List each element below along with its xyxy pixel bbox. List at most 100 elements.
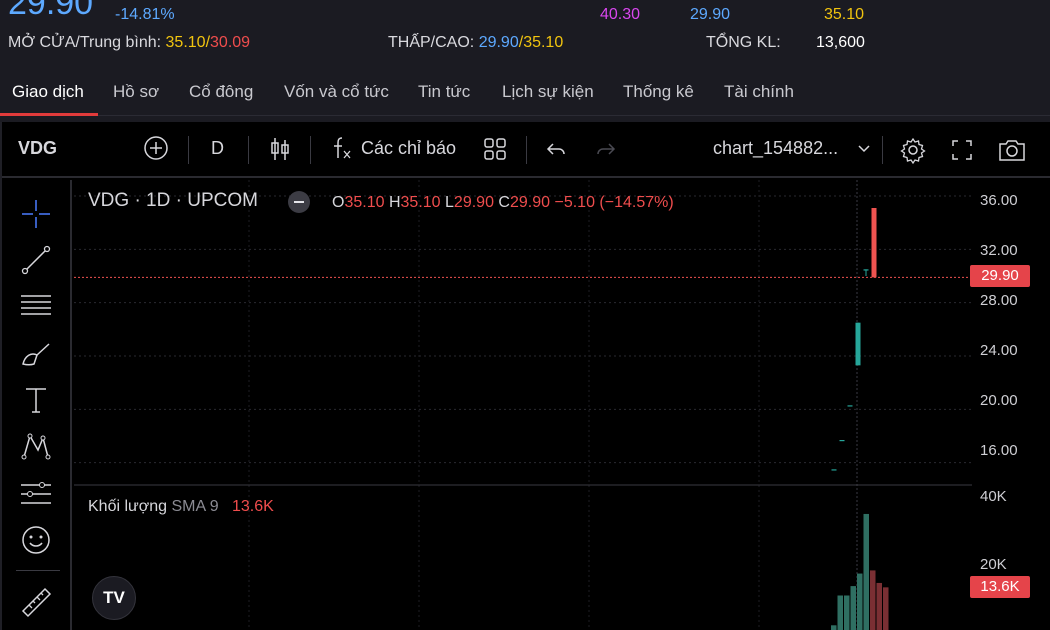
toolbar-divider <box>526 136 527 164</box>
tab-ho-so[interactable]: Hồ sơ <box>113 82 159 102</box>
price-tick: 20.00 <box>980 392 1018 409</box>
low-legend-value: 29.90 <box>453 194 494 211</box>
indicators-button[interactable]: Các chỉ báo <box>361 138 456 159</box>
volume-tick: 20K <box>980 556 1007 573</box>
layout-name-button[interactable]: chart_154882... <box>713 138 838 159</box>
volume-tick: 40K <box>980 488 1007 505</box>
volume-bar <box>837 595 843 630</box>
low-high-row: THẤP/CAO: 29.90/35.10 <box>388 34 563 52</box>
volume-tag: 13.6K <box>970 576 1030 598</box>
text-icon[interactable] <box>18 382 54 418</box>
high-legend-value: 35.10 <box>400 194 441 211</box>
tab-co-dong[interactable]: Cổ đông <box>189 82 253 102</box>
price-tick: 32.00 <box>980 242 1018 259</box>
active-tab-indicator <box>0 113 98 116</box>
crosshair-icon[interactable] <box>18 196 54 232</box>
symbol-button[interactable]: VDG <box>18 138 57 159</box>
price-tick: 24.00 <box>980 342 1018 359</box>
fullscreen-icon[interactable] <box>950 138 974 167</box>
volume-legend: Khối lượng SMA 9 13.6K <box>88 498 274 516</box>
chart-widget: VDG D Các chỉ báo chart_154882... VDG · … <box>0 122 1050 630</box>
high-label: H <box>388 194 401 211</box>
price-tick: 36.00 <box>980 192 1018 209</box>
prediction-icon[interactable] <box>18 476 54 512</box>
open-avg-label: MỞ CỬA/Trung bình: <box>8 34 162 51</box>
ruler-icon[interactable] <box>18 584 54 620</box>
quote-summary: 29.90 -14.81% 40.30 29.90 35.10 MỞ CỬA/T… <box>0 0 1050 64</box>
volume-bar <box>870 570 876 630</box>
chart-plot-area[interactable]: VDG · 1D · UPCOM O35.10 H35.10 L29.90 C2… <box>74 180 972 630</box>
price-tick: 28.00 <box>980 292 1018 309</box>
brush-icon[interactable] <box>18 336 54 372</box>
camera-icon[interactable] <box>997 136 1027 169</box>
last-price-tag: 29.90 <box>970 265 1030 287</box>
toolbar-divider <box>882 136 883 164</box>
volume-sma-label: SMA 9 <box>171 498 219 515</box>
compare-add-icon[interactable] <box>142 134 170 167</box>
undo-icon[interactable] <box>544 138 568 167</box>
tradingview-logo[interactable]: TV <box>92 576 136 620</box>
candle-body <box>855 322 861 366</box>
avg-value: 30.09 <box>210 34 251 51</box>
total-volume-label: TỔNG KL: <box>706 34 781 51</box>
drawing-toolbar <box>2 180 72 630</box>
ceiling-price: 40.30 <box>600 6 641 23</box>
price-volume-chart <box>74 180 972 630</box>
candle-body <box>839 440 845 442</box>
reference-price: 35.10 <box>824 6 865 23</box>
tab-tai-chinh[interactable]: Tài chính <box>724 82 794 102</box>
candle-body <box>871 208 877 278</box>
tab-giao-dich[interactable]: Giao dịch <box>12 82 84 102</box>
trend-line-icon[interactable] <box>18 242 54 278</box>
volume-bar <box>850 586 856 630</box>
emoji-icon[interactable] <box>18 522 54 558</box>
candle-body <box>847 405 853 407</box>
pattern-icon[interactable] <box>18 428 54 464</box>
volume-bar <box>844 595 850 630</box>
chevron-down-icon[interactable] <box>856 140 872 161</box>
high-value: 35.10 <box>523 34 564 51</box>
change-percent: -14.81% <box>115 6 175 23</box>
open-avg-row: MỞ CỬA/Trung bình: 35.10/30.09 <box>8 34 250 52</box>
toolbar-divider <box>310 136 311 164</box>
tab-thong-ke[interactable]: Thống kê <box>623 82 694 102</box>
low-label: L <box>445 194 454 211</box>
open-label: O <box>332 194 345 211</box>
series-title: VDG · 1D · UPCOM <box>88 190 258 211</box>
volume-bar <box>831 625 837 630</box>
layouts-grid-icon[interactable] <box>482 136 508 167</box>
collapse-legend-button[interactable] <box>288 191 310 213</box>
redo-icon[interactable] <box>594 138 618 167</box>
tab-tin-tuc[interactable]: Tin tức <box>418 82 470 102</box>
volume-bar <box>876 582 882 630</box>
tools-divider <box>16 570 60 571</box>
open-legend-value: 35.10 <box>344 194 385 211</box>
toolbar-divider <box>248 136 249 164</box>
chart-toolbar: VDG D Các chỉ báo chart_154882... <box>2 122 1050 178</box>
volume-bar <box>863 513 869 630</box>
candle-body <box>863 269 869 271</box>
total-volume-value: 13,600 <box>816 34 865 51</box>
tab-von-co-tuc[interactable]: Vốn và cổ tức <box>284 82 389 102</box>
close-label: C <box>498 194 510 211</box>
candle-body <box>831 469 837 471</box>
volume-bar <box>883 587 889 630</box>
price-tick: 16.00 <box>980 442 1018 459</box>
candles-icon[interactable] <box>268 135 292 168</box>
volume-label: Khối lượng <box>88 498 168 515</box>
change-legend-value: −5.10 (−14.57%) <box>554 194 674 211</box>
low-high-label: THẤP/CAO: <box>388 34 475 51</box>
tab-lich-su-kien[interactable]: Lịch sự kiện <box>502 82 594 102</box>
ohlc-legend: O35.10 H35.10 L29.90 C29.90 −5.10 (−14.5… <box>332 194 674 212</box>
last-price: 29.90 <box>8 0 94 22</box>
indicators-fx-icon[interactable] <box>330 134 354 167</box>
volume-bar <box>857 573 863 630</box>
fib-retracement-icon[interactable] <box>18 288 54 324</box>
low-value: 29.90 <box>478 34 519 51</box>
toolbar-divider <box>188 136 189 164</box>
interval-button[interactable]: D <box>211 138 224 159</box>
close-legend-value: 29.90 <box>509 194 551 211</box>
floor-price: 29.90 <box>690 6 731 23</box>
gear-icon[interactable] <box>899 136 927 169</box>
price-axis[interactable]: 36.00 32.00 28.00 24.00 20.00 16.00 29.9… <box>970 180 1050 630</box>
